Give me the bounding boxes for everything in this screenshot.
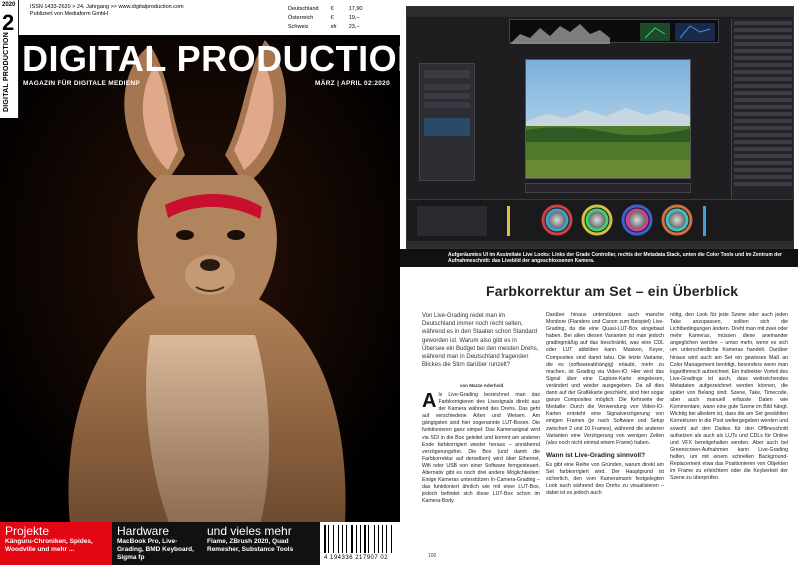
article-lead: Von Live-Grading redet man im Deutschlan… — [422, 313, 539, 369]
magazine-title: DIGITAL PRODUCTION — [22, 38, 400, 79]
column-text: ls Live-Grading bezeichnet man das Farbk… — [422, 392, 540, 505]
cover-meta: ISSN 1433-2620 > 24. Jahrgang >> www.dig… — [30, 4, 184, 18]
price-row: Österreich €19,– — [288, 15, 360, 21]
price-row: Schweiz sfr 23,– — [288, 24, 360, 30]
topic-text: MacBook Pro, Live-Grading, BMD Keyboard,… — [117, 538, 194, 561]
metadata-stack — [731, 19, 793, 209]
app-top-bar — [407, 7, 793, 17]
software-screenshot — [406, 6, 794, 249]
article-title: Farbkorrektur am Set – ein Überblick — [486, 283, 739, 299]
barcode-number: 4 194336 217907 02 — [324, 555, 389, 561]
article-subheading: Wann ist Live-Grading sinnvoll? — [546, 451, 646, 459]
figure-caption: Aufgeräumtes UI im Assimilate Live Looks… — [400, 249, 798, 267]
barcode: 4 194336 217907 02 — [320, 522, 400, 565]
topic-hardware: Hardware MacBook Pro, Live-Grading, BMD … — [112, 522, 202, 565]
article-column-3: nötig, den Look für jede Szene oder auch… — [670, 312, 788, 482]
landscape-image — [526, 60, 690, 178]
topic-text: Flame, ZBrush 2020, Quad Remesher, Subst… — [207, 538, 294, 553]
topic-title: Projekte — [5, 524, 50, 538]
column-text: Darüber hinaus unterstützen auch manche … — [546, 312, 664, 446]
article-column-1: Als Live-Grading bezeichnet man das Farb… — [422, 390, 540, 506]
grade-controller-panel — [419, 63, 475, 181]
topic-more: und vieles mehr Flame, ZBrush 2020, Quad… — [202, 522, 320, 565]
barcode-icon — [324, 525, 396, 553]
issue-tab: 2020 2 DIGITAL PRODUCTION — [0, 0, 19, 118]
column-text: nötig, den Look für jede Szene oder auch… — [670, 312, 788, 482]
transport-bar — [525, 183, 691, 193]
page-number: 100 — [428, 553, 437, 559]
publisher-line: Publiziert von Mediaform GmbH — [30, 11, 108, 17]
issue-date: MÄRZ | APRIL 02:2020 — [314, 80, 390, 87]
issue-year: 2020 — [2, 2, 16, 8]
article-author: von Mazze Aderhold — [460, 383, 504, 388]
topic-projekte: Projekte Känguru-Chroniken, Spides, Wood… — [0, 522, 112, 565]
app-status-bar — [407, 241, 793, 248]
cover-topics-bar: Projekte Känguru-Chroniken, Spides, Wood… — [0, 522, 400, 565]
article-page: Aufgeräumtes UI im Assimilate Live Looks… — [400, 0, 798, 565]
vertical-brand-label: DIGITAL PRODUCTION — [3, 32, 10, 112]
kangaroo-illustration — [0, 35, 400, 525]
magazine-subtitle: MAGAZIN FÜR DIGITALE MEDIENP — [23, 80, 140, 87]
topic-title: und vieles mehr — [207, 524, 292, 538]
issn-line: ISSN 1433-2620 > 24. Jahrgang >> www.dig… — [30, 4, 184, 10]
issue-number: 2 — [2, 10, 15, 35]
topic-title: Hardware — [117, 524, 170, 538]
color-tools-panel — [407, 199, 793, 241]
article-column-2: Darüber hinaus unterstützen auch manche … — [546, 312, 664, 497]
scopes-panel — [509, 19, 719, 44]
topic-text: Känguru-Chroniken, Spides, Woodville und… — [5, 538, 93, 553]
column-text: Es gibt eine Reihe von Gründen, warum di… — [546, 461, 664, 497]
dropcap: A — [422, 390, 437, 412]
price-table: Deutschland €17,90 Österreich €19,– Schwei… — [286, 4, 374, 33]
metadata-rows-icon — [734, 21, 792, 186]
price-row: Deutschland €17,90 — [288, 6, 363, 12]
color-wheels-icon — [417, 204, 706, 236]
magazine-cover: 2020 2 DIGITAL PRODUCTION ISSN 1433-2620… — [0, 0, 400, 565]
live-camera-image — [525, 59, 691, 179]
waveform-icon — [510, 23, 715, 44]
